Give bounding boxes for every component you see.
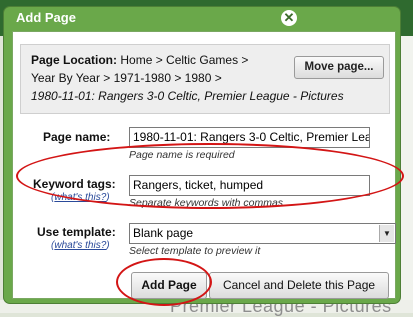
use-template-label: Use template: <box>37 225 116 239</box>
template-select-value: Blank page <box>133 226 194 240</box>
template-select[interactable]: Blank page ▼ <box>129 223 396 244</box>
chevron-down-icon[interactable]: ▼ <box>379 225 394 242</box>
annotation-oval-add-page <box>116 258 212 306</box>
page-location-box: Page Location: Home > Celtic Games > Yea… <box>20 44 390 114</box>
page-location-current: 1980-11-01: Rangers 3-0 Celtic, Premier … <box>31 89 344 103</box>
dialog-title: Add Page <box>16 10 76 25</box>
page-location-path-2: Year By Year > 1971-1980 > 1980 > <box>31 71 222 85</box>
use-template-help: (what's this?) <box>51 240 110 251</box>
page-location-label: Page Location: <box>31 53 118 67</box>
cancel-delete-button[interactable]: Cancel and Delete this Page <box>209 272 389 299</box>
page-location-path-1: Home > Celtic Games > <box>120 53 249 67</box>
use-template-whats-this-link[interactable]: what's this? <box>54 240 106 251</box>
page-name-label: Page name: <box>43 130 111 144</box>
page-location: Page Location: Home > Celtic Games > Yea… <box>31 51 344 105</box>
annotation-oval-keywords <box>16 143 404 209</box>
dialog-titlebar[interactable]: Add Page ✕ <box>4 7 400 29</box>
move-page-button[interactable]: Move page... <box>294 56 384 79</box>
close-icon[interactable]: ✕ <box>281 10 297 26</box>
use-template-hint: Select template to preview it <box>129 245 261 257</box>
